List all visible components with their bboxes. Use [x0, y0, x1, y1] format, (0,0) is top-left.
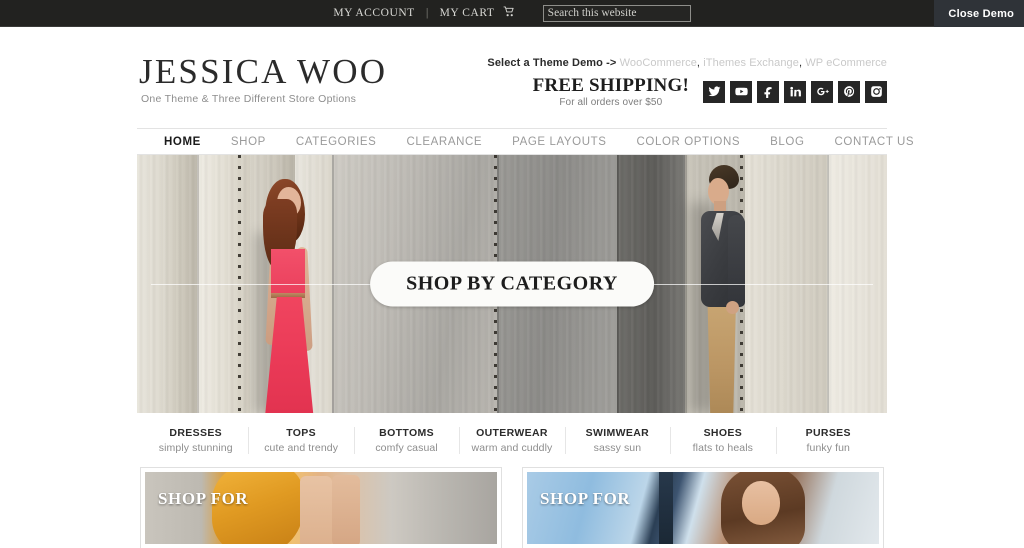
site-tagline: One Theme & Three Different Store Option…	[141, 93, 357, 105]
brand-block[interactable]: JESSICA WOO One Theme & Three Different …	[137, 50, 387, 105]
theme-demo-prefix: Select a Theme Demo ->	[487, 57, 617, 69]
category-subtitle: simply stunning	[158, 442, 233, 454]
category-title: DRESSES	[169, 427, 223, 439]
site-header: JESSICA WOO One Theme & Three Different …	[137, 27, 887, 128]
category-subtitle: funky fun	[806, 442, 850, 454]
shop-by-category-label: SHOP BY CATEGORY	[406, 272, 618, 295]
nav-item-contact-us[interactable]: CONTACT US	[820, 136, 930, 148]
demo-comma-2: ,	[799, 57, 803, 69]
category-title: SHOES	[703, 427, 743, 439]
page-body: JESSICA WOO One Theme & Three Different …	[0, 27, 1024, 548]
category-item-bottoms[interactable]: BOTTOMS comfy casual	[353, 421, 459, 460]
header-widget-area: Select a Theme Demo -> WooCommerce, iThe…	[487, 50, 887, 108]
category-title: SWIMWEAR	[585, 427, 650, 439]
instagram-icon[interactable]	[865, 80, 887, 103]
pinterest-icon[interactable]	[838, 80, 860, 103]
promo-2-label: SHOP FOR	[540, 489, 631, 508]
free-shipping-title: FREE SHIPPING!	[532, 75, 689, 96]
nav-item-blog[interactable]: BLOG	[755, 136, 819, 148]
promo-1-label: SHOP FOR	[158, 489, 249, 508]
hero-model-female	[244, 173, 328, 413]
my-cart-label: MY CART	[439, 7, 495, 19]
my-account-link[interactable]: MY ACCOUNT	[333, 7, 414, 19]
promo-card-1[interactable]: SHOP FOR	[141, 468, 501, 548]
youtube-icon[interactable]	[730, 80, 752, 103]
search-input[interactable]	[542, 4, 691, 22]
googleplus-icon[interactable]	[811, 80, 833, 103]
category-item-swimwear[interactable]: SWIMWEAR sassy sun	[564, 421, 670, 460]
facebook-icon[interactable]	[757, 80, 779, 103]
shop-by-category-button[interactable]: SHOP BY CATEGORY	[370, 261, 654, 307]
nav-item-shop[interactable]: SHOP	[216, 136, 281, 148]
site-title: JESSICA WOO	[139, 52, 388, 91]
shipping-and-social-row: FREE SHIPPING! For all orders over $50	[487, 75, 887, 108]
twitter-icon[interactable]	[703, 80, 725, 103]
demo-comma-1: ,	[696, 57, 701, 69]
category-subtitle: comfy casual	[375, 442, 438, 454]
promo-card-row: SHOP FOR SHOP FOR	[137, 468, 887, 548]
category-title: PURSES	[805, 427, 851, 439]
close-demo-button[interactable]: Close Demo	[934, 0, 1024, 27]
category-strip: DRESSES simply stunning TOPS cute and tr…	[137, 413, 887, 468]
free-shipping-subtitle: For all orders over $50	[559, 97, 663, 108]
category-subtitle: sassy sun	[593, 442, 642, 454]
category-subtitle: flats to heals	[692, 442, 753, 454]
top-utility-links: MY ACCOUNT | MY CART	[333, 0, 691, 26]
category-item-outerwear[interactable]: OUTERWEAR warm and cuddly	[459, 421, 564, 460]
nav-item-page-layouts[interactable]: PAGE LAYOUTS	[497, 136, 621, 148]
category-title: TOPS	[286, 427, 317, 439]
hero-model-male	[681, 163, 761, 413]
demo-link-ithemes-exchange[interactable]: iThemes Exchange	[703, 57, 799, 69]
nav-item-home[interactable]: HOME	[149, 136, 216, 148]
demo-link-wp-ecommerce[interactable]: WP eCommerce	[805, 57, 887, 69]
category-title: BOTTOMS	[379, 427, 434, 439]
hero-banner[interactable]: SHOP BY CATEGORY	[137, 155, 887, 413]
top-utility-bar: MY ACCOUNT | MY CART Close Demo	[0, 0, 1024, 27]
category-subtitle: cute and trendy	[264, 442, 339, 454]
nav-item-categories[interactable]: CATEGORIES	[281, 136, 392, 148]
my-cart-link[interactable]: MY CART	[440, 6, 515, 20]
theme-demo-selector: Select a Theme Demo -> WooCommerce, iThe…	[487, 57, 887, 69]
nav-item-color-options[interactable]: COLOR OPTIONS	[622, 136, 756, 148]
promo-card-2[interactable]: SHOP FOR	[523, 468, 883, 548]
category-item-tops[interactable]: TOPS cute and trendy	[248, 421, 353, 460]
category-item-shoes[interactable]: SHOES flats to heals	[670, 421, 775, 460]
social-icon-list	[703, 80, 887, 103]
nav-item-clearance[interactable]: CLEARANCE	[391, 136, 497, 148]
content-container: JESSICA WOO One Theme & Three Different …	[137, 27, 914, 548]
free-shipping-block: FREE SHIPPING! For all orders over $50	[533, 75, 689, 108]
top-bar-separator: |	[425, 7, 429, 19]
demo-link-woocommerce[interactable]: WooCommerce	[620, 57, 697, 69]
category-item-purses[interactable]: PURSES funky fun	[775, 421, 881, 460]
category-subtitle: warm and cuddly	[471, 442, 553, 454]
category-title: OUTERWEAR	[476, 427, 548, 439]
primary-navigation: HOME SHOP CATEGORIES CLEARANCE PAGE LAYO…	[137, 128, 914, 155]
category-item-dresses[interactable]: DRESSES simply stunning	[143, 421, 248, 460]
shopping-cart-icon	[503, 6, 515, 20]
linkedin-icon[interactable]	[784, 80, 806, 103]
